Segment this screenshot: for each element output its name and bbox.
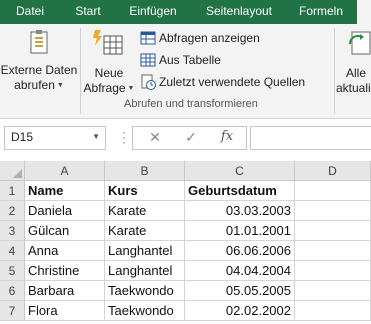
- table-cell[interactable]: 05.05.2005: [185, 281, 295, 301]
- new-query-icon: [93, 30, 123, 55]
- select-all-button[interactable]: [0, 161, 25, 181]
- worksheet-grid: A B C D 1 2 3 4 5 6 7 Name Kurs Geburtsd…: [0, 161, 371, 324]
- row-header[interactable]: 3: [0, 221, 25, 241]
- external-data-icon: [30, 30, 48, 54]
- table-cell[interactable]: [295, 201, 371, 221]
- recent-sources-icon: [141, 74, 156, 90]
- row-header[interactable]: 1: [0, 181, 25, 201]
- insert-function-icon[interactable]: fx: [217, 129, 237, 144]
- external-data-label-line2: abrufen: [14, 78, 55, 92]
- row-header[interactable]: 7: [0, 301, 25, 321]
- table-cell[interactable]: Flora: [25, 301, 105, 321]
- table-cell[interactable]: [295, 221, 371, 241]
- show-queries-label: Abfragen anzeigen: [159, 31, 260, 45]
- new-query-label-line1: Neue: [94, 66, 124, 80]
- tab-formeln[interactable]: Formeln: [288, 0, 354, 24]
- column-header-b[interactable]: B: [105, 161, 185, 181]
- tab-seitenlayout[interactable]: Seitenlayout: [190, 0, 288, 24]
- table-cell[interactable]: Karate: [105, 201, 185, 221]
- chevron-down-icon: ▼: [56, 82, 64, 90]
- table-cell[interactable]: Name: [25, 181, 105, 201]
- refresh-all-label-line1: Alle: [346, 66, 367, 80]
- row-header[interactable]: 2: [0, 201, 25, 221]
- table-cell[interactable]: Geburtsdatum: [185, 181, 295, 201]
- refresh-all-button[interactable]: Alle aktualisie: [336, 24, 371, 94]
- ribbon-separator: [80, 28, 81, 114]
- row-header[interactable]: 6: [0, 281, 25, 301]
- new-query-button[interactable]: Neue Abfrage ▼: [82, 24, 136, 95]
- ribbon: Externe Daten abrufen ▼ Neue Abfrage ▼ Abf…: [0, 24, 371, 119]
- column-header-a[interactable]: A: [25, 161, 105, 181]
- formula-bar-grip-icon[interactable]: ⋮: [117, 129, 131, 146]
- select-all-triangle-icon: [13, 169, 22, 178]
- recent-sources-label: Zuletzt verwendete Quellen: [159, 75, 306, 89]
- enter-icon[interactable]: ✓: [181, 129, 201, 146]
- tab-datei[interactable]: Datei: [0, 0, 60, 24]
- table-grid-icon: [140, 31, 156, 45]
- table-cell[interactable]: 02.02.2002: [185, 301, 295, 321]
- table-cell[interactable]: Christine: [25, 261, 105, 281]
- table-cell[interactable]: Karate: [105, 221, 185, 241]
- row-header[interactable]: 5: [0, 261, 25, 281]
- table-cell[interactable]: Taekwondo: [105, 301, 185, 321]
- table-cell[interactable]: Taekwondo: [105, 281, 185, 301]
- table-cell[interactable]: [295, 281, 371, 301]
- table-cell[interactable]: Daniela: [25, 201, 105, 221]
- table-cell[interactable]: 06.06.2006: [185, 241, 295, 261]
- ribbon-separator: [334, 28, 335, 114]
- column-header-c[interactable]: C: [185, 161, 295, 181]
- table-cell[interactable]: Anna: [25, 241, 105, 261]
- table-cell[interactable]: 04.04.2004: [185, 261, 295, 281]
- formula-buttons: ✕ ✓ fx: [132, 126, 247, 150]
- formula-input[interactable]: [250, 126, 371, 150]
- tab-daten[interactable]: [357, 0, 371, 24]
- refresh-all-label-line2: aktualisie: [336, 81, 371, 94]
- row-header[interactable]: 4: [0, 241, 25, 261]
- table-cell[interactable]: 03.03.2003: [185, 201, 295, 221]
- table-cell[interactable]: [295, 261, 371, 281]
- table-cell[interactable]: Barbara: [25, 281, 105, 301]
- group-label: Abrufen und transformieren: [124, 98, 258, 110]
- table-cell[interactable]: Langhantel: [105, 241, 185, 261]
- chevron-down-icon: ▼: [127, 85, 135, 93]
- refresh-icon: [348, 31, 371, 55]
- table-cell[interactable]: [295, 241, 371, 261]
- name-box[interactable]: D15 ▼: [4, 126, 106, 150]
- new-query-label-line2: Abfrage: [83, 81, 126, 95]
- table-cell[interactable]: 01.01.2001: [185, 221, 295, 241]
- cancel-icon[interactable]: ✕: [145, 129, 165, 146]
- tab-start[interactable]: Start: [60, 0, 116, 24]
- table-cell[interactable]: Langhantel: [105, 261, 185, 281]
- name-box-value: D15: [11, 130, 34, 144]
- chevron-down-icon[interactable]: ▼: [92, 132, 100, 141]
- tab-einfuegen[interactable]: Einfügen: [116, 0, 190, 24]
- external-data-button[interactable]: Externe Daten abrufen ▼: [0, 24, 78, 94]
- ribbon-tab-bar: Datei Start Einfügen Seitenlayout Formel…: [0, 0, 371, 24]
- table-cell[interactable]: [295, 301, 371, 321]
- formula-bar: D15 ▼ ⋮ ✕ ✓ fx: [0, 119, 371, 155]
- table-icon: [140, 53, 156, 67]
- column-header-d[interactable]: D: [295, 161, 371, 181]
- table-cell[interactable]: [295, 181, 371, 201]
- from-table-label: Aus Tabelle: [159, 53, 221, 67]
- table-cell[interactable]: Kurs: [105, 181, 185, 201]
- external-data-label-line1: Externe Daten: [0, 63, 78, 77]
- table-cell[interactable]: Gülcan: [25, 221, 105, 241]
